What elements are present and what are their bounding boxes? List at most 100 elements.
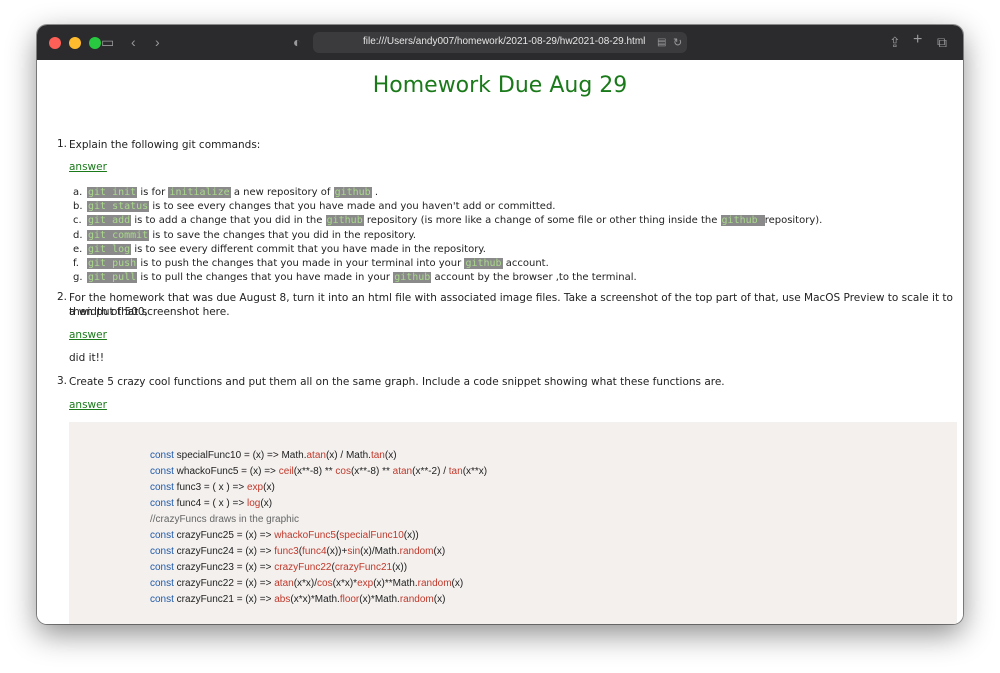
list-item-text: repository). xyxy=(764,215,823,227)
code-token: (x)) xyxy=(403,530,419,541)
code-token: log xyxy=(247,498,261,509)
answer-link-3[interactable]: answer xyxy=(69,399,107,411)
code-token: random xyxy=(417,578,452,589)
list-item-text: . xyxy=(371,187,379,198)
code-token: (x*x)* xyxy=(332,578,358,589)
list-item-text: is to pull the changes that you have mad… xyxy=(137,272,394,284)
code-token: cos xyxy=(335,466,351,477)
code-token: (x))+ xyxy=(326,546,348,557)
share-icon[interactable]: ⇪ xyxy=(889,33,901,51)
code-token: ceil xyxy=(278,466,294,477)
code-token: (x) xyxy=(433,546,446,557)
code-token: crazyFunc22 xyxy=(274,562,332,573)
new-tab-icon[interactable]: + xyxy=(913,31,922,49)
code-line: const func3 = ( x ) => exp(x) xyxy=(150,482,275,493)
question-text: Explain the following git commands: xyxy=(69,139,261,151)
code-line: const crazyFunc21 = (x) => abs(x*x)*Math… xyxy=(150,594,445,605)
question-text-line-2: then put that screenshot here. xyxy=(69,306,230,318)
code-token: tan xyxy=(448,466,463,477)
code-token: func3 = ( x ) => xyxy=(173,482,247,493)
code-token: (x)) xyxy=(392,562,408,573)
code-token: (x)*Math. xyxy=(359,594,400,605)
list-item-text: is to see every changes that you have ma… xyxy=(149,201,556,213)
code-line: const func4 = ( x ) => log(x) xyxy=(150,498,272,509)
code-line: const crazyFunc23 = (x) => crazyFunc22(c… xyxy=(150,562,407,573)
code-token: const xyxy=(150,482,174,493)
code-token: func3 xyxy=(274,546,299,557)
inline-code: git add xyxy=(87,215,132,227)
code-token: (x)**Math. xyxy=(373,578,418,589)
list-item-text: is to see every different commit that yo… xyxy=(131,243,486,255)
url-text: file:///Users/andy007/homework/2021-08-2… xyxy=(363,36,646,47)
code-line: const specialFunc10 = (x) => Math.atan(x… xyxy=(150,450,397,461)
zoom-window-button[interactable] xyxy=(89,37,101,49)
code-token: random xyxy=(399,546,434,557)
forward-icon[interactable]: › xyxy=(155,33,160,51)
code-token: (x*x)/ xyxy=(293,578,318,589)
code-token: const xyxy=(150,578,174,589)
code-line: const crazyFunc24 = (x) => func3(func4(x… xyxy=(150,546,445,557)
question-number: 1. xyxy=(57,138,68,150)
answer-link-2[interactable]: answer xyxy=(69,329,107,341)
code-token: atan xyxy=(306,450,326,461)
code-token: (x**-8) ** xyxy=(350,466,393,477)
inline-code: github xyxy=(333,187,372,198)
code-token: cos xyxy=(317,578,333,589)
list-item-text: is to add a change that you did in the xyxy=(131,215,326,227)
inline-code: git init xyxy=(87,187,138,198)
code-line: const crazyFunc25 = (x) => whackoFunc5(s… xyxy=(150,530,419,541)
translate-icon[interactable]: ▤ xyxy=(657,34,666,52)
question-text: Create 5 crazy cool functions and put th… xyxy=(69,376,725,388)
code-token: whackoFunc5 = (x) => xyxy=(173,466,279,477)
inline-code: initialize xyxy=(168,187,231,198)
list-item-text: is to save the changes that you did in t… xyxy=(149,229,417,241)
address-bar[interactable]: file:///Users/andy007/homework/2021-08-2… xyxy=(313,32,687,53)
tab-overview-icon[interactable]: ⧉ xyxy=(937,33,947,51)
list-item-text: account by the browser ,to the terminal. xyxy=(431,272,637,284)
code-token: crazyFunc23 = (x) => xyxy=(173,562,275,573)
inline-code: git log xyxy=(87,243,132,255)
inline-code: github xyxy=(464,258,503,269)
code-token: func4 = ( x ) => xyxy=(173,498,247,509)
page-title: Homework Due Aug 29 xyxy=(372,73,628,98)
code-token: tan xyxy=(370,450,385,461)
list-item: d. git commit is to save the changes that… xyxy=(73,229,416,243)
reload-icon[interactable]: ↻ xyxy=(673,34,682,52)
inline-code: git status xyxy=(87,201,150,213)
answer-link-1[interactable]: answer xyxy=(69,161,107,173)
list-item-letter: e. xyxy=(73,243,83,255)
code-token: ) => Math. xyxy=(260,450,307,461)
code-token: const xyxy=(150,546,174,557)
code-token: const xyxy=(150,450,174,461)
code-token: floor xyxy=(339,594,360,605)
back-icon[interactable]: ‹ xyxy=(131,33,136,51)
list-item-text: account. xyxy=(502,258,549,269)
code-token: (x*x)*Math. xyxy=(290,594,340,605)
code-token: abs xyxy=(274,594,291,605)
list-item: f. git push is to push the changes that y… xyxy=(73,257,549,271)
privacy-shield-icon[interactable]: ◐ xyxy=(293,33,301,51)
code-token: const xyxy=(150,562,174,573)
list-item-letter: c. xyxy=(73,215,82,227)
list-item-text: repository (is more like a change of som… xyxy=(363,215,721,227)
list-item-text: a new repository of xyxy=(230,187,334,198)
sidebar-icon[interactable]: ▭ xyxy=(101,33,114,51)
title-bar: ▭ ‹ › ◐ file:///Users/andy007/homework/2… xyxy=(37,25,963,61)
inline-code: git commit xyxy=(87,229,150,241)
list-item-letter: a. xyxy=(73,187,83,198)
code-token: (x) xyxy=(263,482,275,493)
list-item: g. git pull is to pull the changes that y… xyxy=(73,271,637,285)
inline-code: github xyxy=(325,215,364,227)
inline-code: git push xyxy=(87,258,138,269)
code-token: specialFunc10 xyxy=(339,530,404,541)
list-item-text: is for xyxy=(137,187,169,198)
minimize-window-button[interactable] xyxy=(69,37,81,49)
list-item: c. git add is to add a change that you di… xyxy=(73,214,822,228)
code-token: (x**x) xyxy=(462,466,488,477)
list-item: e. git log is to see every different comm… xyxy=(73,243,486,257)
list-item-letter: f. xyxy=(73,258,79,269)
code-token: specialFunc10 = ( xyxy=(173,450,256,461)
close-window-button[interactable] xyxy=(49,37,61,49)
code-token: (x) xyxy=(260,498,273,509)
list-item-letter: b. xyxy=(73,201,83,213)
